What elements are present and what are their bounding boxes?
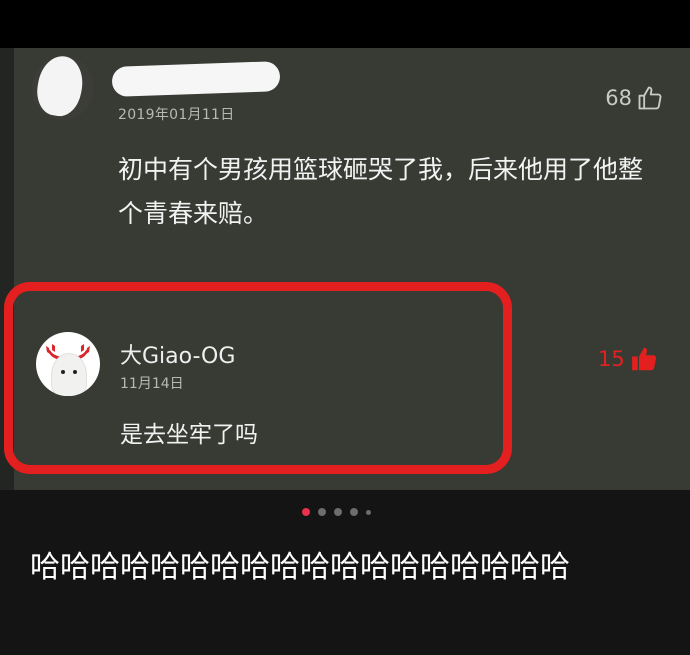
reply-text: 是去坐牢了吗	[120, 422, 258, 448]
ghost-eye-right	[73, 370, 77, 374]
comment-text: 初中有个男孩用篮球砸哭了我，后来他用了他整个青春来赔。	[118, 155, 644, 228]
commenter-avatar[interactable]	[32, 56, 94, 120]
reply-like-button[interactable]: 15	[598, 344, 659, 374]
comment-date: 2019年01月11日	[118, 107, 235, 123]
page-indicator[interactable]	[302, 508, 379, 516]
reply-avatar[interactable]	[36, 332, 100, 396]
page-dot-4[interactable]	[350, 508, 358, 516]
comment-screen: 2019年01月11日 68 初中有个男孩用篮球砸哭了我，后来他用了他整个青春来…	[0, 48, 690, 490]
ghost-character	[52, 354, 86, 396]
like-count: 68	[605, 86, 632, 110]
thumbs-up-icon	[638, 86, 662, 110]
page-dot-1[interactable]	[302, 508, 310, 516]
page-dot-5[interactable]	[366, 509, 371, 515]
reply-date: 11月14日	[120, 376, 184, 392]
reply-author[interactable]: 大Giao-OG	[120, 338, 235, 370]
ghost-eye-left	[61, 370, 65, 374]
avatar-redaction	[33, 56, 87, 120]
page-dot-2[interactable]	[318, 508, 326, 516]
thumbs-up-filled-icon	[631, 347, 656, 371]
top-black-bar	[0, 0, 690, 48]
comment-like-button[interactable]: 68	[605, 84, 664, 112]
post-caption: 哈哈哈哈哈哈哈哈哈哈哈哈哈哈哈哈哈哈	[30, 550, 570, 585]
commenter-name-redaction	[111, 61, 281, 97]
caption-panel: 哈哈哈哈哈哈哈哈哈哈哈哈哈哈哈哈哈哈	[0, 490, 690, 655]
reply-like-count: 15	[598, 347, 625, 371]
page-dot-3[interactable]	[334, 508, 342, 516]
